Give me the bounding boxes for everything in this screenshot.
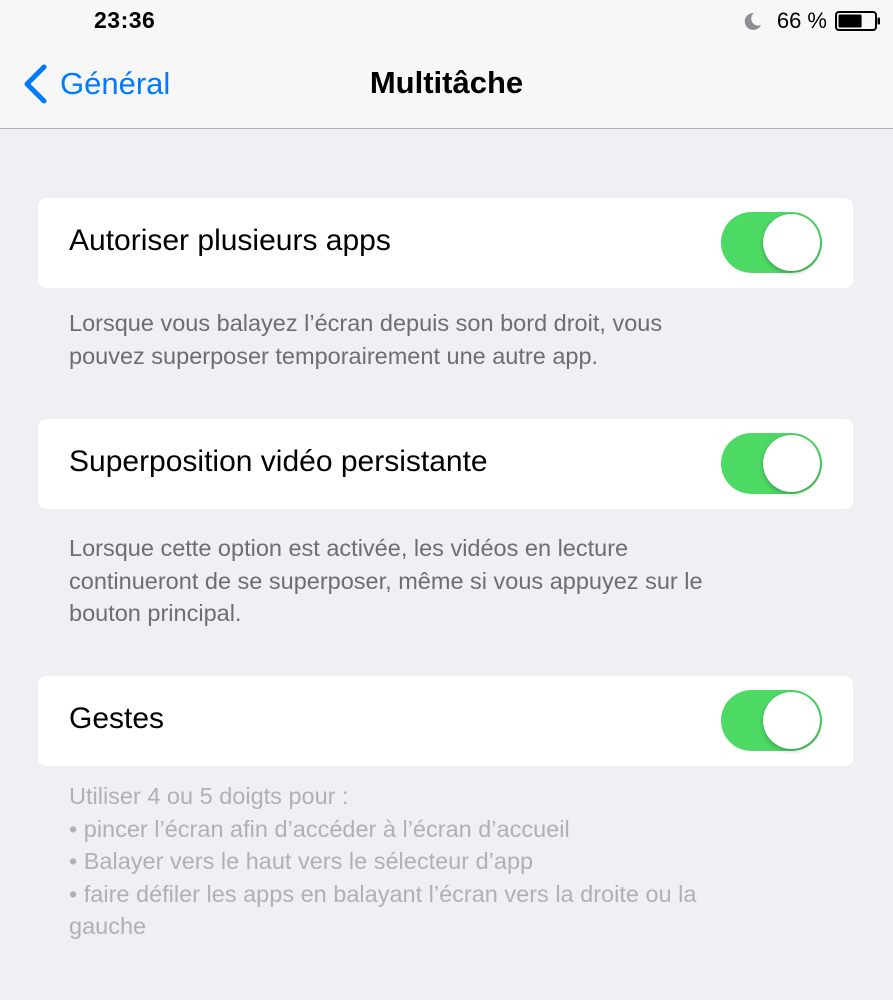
battery-percent: 66 %: [776, 8, 827, 33]
gestures-toggle[interactable]: [721, 690, 822, 751]
setting-row-gestures: Gestes: [38, 676, 853, 766]
video-overlay-toggle[interactable]: [721, 433, 822, 494]
setting-row-multiple-apps: Autoriser plusieurs apps: [38, 198, 853, 288]
toggle-knob: [763, 214, 820, 271]
footer-line: Lorsque vous balayez l’écran depuis son …: [69, 310, 663, 336]
chevron-left-icon: [24, 64, 47, 104]
status-indicators: 66 %: [741, 8, 881, 34]
footer-line: • faire défiler les apps en balayant l’é…: [69, 880, 697, 907]
footer-line: gauche: [69, 913, 147, 939]
footer-line: • Balayer vers le haut vers le sélecteur…: [69, 848, 534, 874]
footer-line: pouvez superposer temporairement une aut…: [69, 342, 599, 369]
setting-label: Autoriser plusieurs apps: [69, 224, 391, 257]
setting-footer: Lorsque cette option est activée, les vi…: [69, 532, 829, 630]
back-button[interactable]: Général: [22, 62, 170, 106]
moon-icon: [744, 12, 761, 30]
footer-line: • pincer l’écran afin d’accéder à l’écra…: [69, 815, 570, 842]
toggle-knob: [763, 435, 820, 492]
navigation-bar: Multitâche Général: [0, 42, 893, 129]
setting-label: Superposition vidéo persistante: [69, 445, 488, 478]
status-bar: 23:36 66 %: [0, 0, 893, 42]
status-time: 23:36: [94, 7, 156, 33]
toggle-knob: [763, 692, 820, 749]
setting-footer: Lorsque vous balayez l’écran depuis son …: [69, 307, 829, 372]
footer-line: Utiliser 4 ou 5 doigts pour :: [69, 783, 349, 809]
footer-line: bouton principal.: [69, 600, 242, 626]
battery-icon: [835, 11, 880, 31]
setting-label: Gestes: [69, 702, 165, 735]
footer-line: Lorsque cette option est activée, les vi…: [69, 535, 629, 561]
setting-footer: Utiliser 4 ou 5 doigts pour : • pincer l…: [69, 780, 829, 943]
setting-row-video-overlay: Superposition vidéo persistante: [38, 419, 853, 509]
multiple-apps-toggle[interactable]: [721, 212, 822, 273]
footer-line: continueront de se superposer, même si v…: [69, 567, 703, 594]
back-button-label: Général: [60, 66, 171, 101]
